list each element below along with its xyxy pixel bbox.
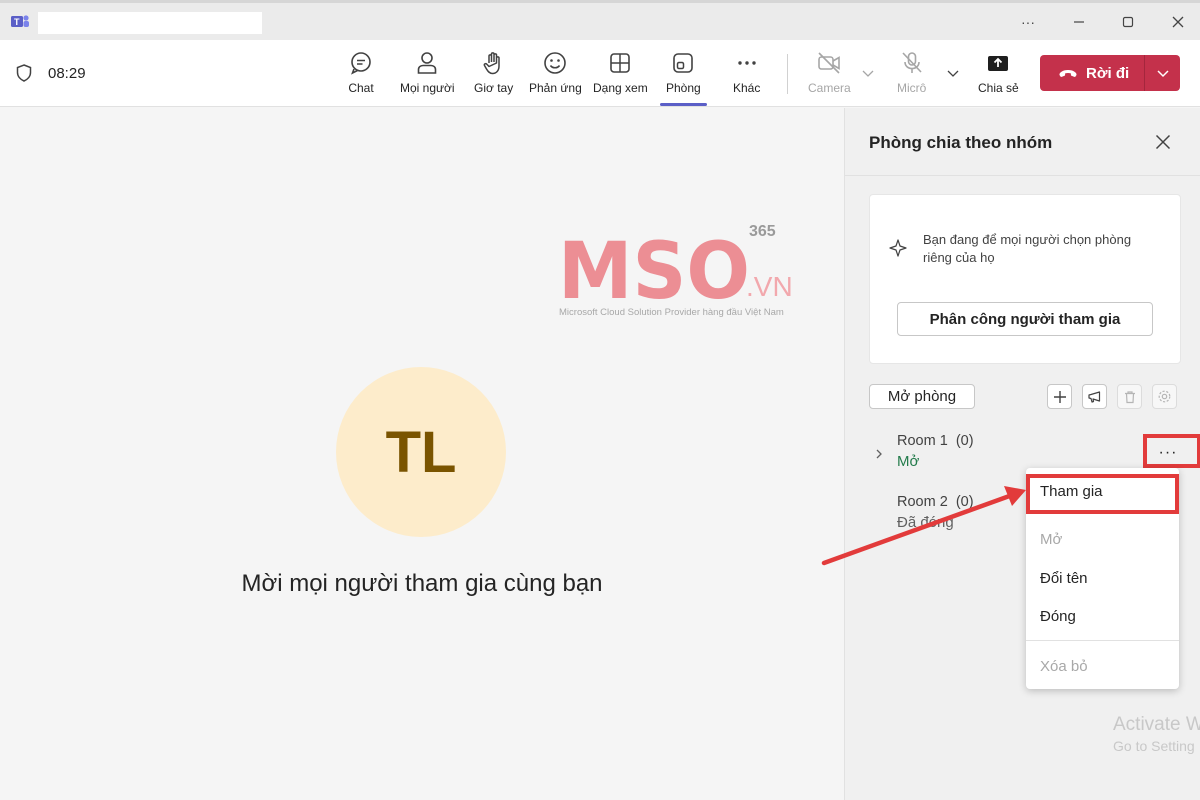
watermark-brand: MSO [558,227,750,317]
raise-hand-button[interactable]: Giơ tay [474,50,513,102]
camera-label: Camera [808,81,851,95]
panel-title: Phòng chia theo nhóm [869,133,1053,152]
svg-text:T: T [14,17,20,27]
mic-off-icon [902,52,922,73]
open-rooms-button[interactable]: Mở phòng [869,384,975,409]
os-activation-watermark: Activate W [1113,714,1200,735]
close-window-button[interactable] [1163,9,1193,35]
share-label: Chia sẻ [978,81,1019,95]
leave-button[interactable]: Rời đi [1040,55,1180,91]
shield-icon [16,64,32,82]
chat-label: Chat [348,81,374,95]
reactions-button[interactable]: Phản ứng [529,50,582,102]
announcement-button[interactable] [1082,384,1107,409]
close-icon [1172,16,1184,28]
megaphone-icon [1088,391,1101,403]
people-button[interactable]: Mọi người [400,50,455,102]
minimize-button[interactable] [1064,9,1094,35]
sparkle-icon [889,239,907,257]
annotation-arrow [821,486,1026,566]
mic-button[interactable]: Micrô [897,50,926,102]
room-name: Room 1 (0) [897,433,974,449]
share-button[interactable]: Chia sẻ [978,50,1019,102]
plus-icon [1053,390,1066,403]
window-more-button[interactable]: ··· [1013,9,1043,35]
people-icon [417,52,437,74]
leave-label: Rời đi [1086,64,1130,82]
share-icon [988,56,1009,71]
chevron-down-icon [1156,70,1169,78]
maximize-icon [1122,16,1134,28]
view-button[interactable]: Dạng xem [593,50,648,102]
camera-options-chevron-icon[interactable] [861,66,875,80]
menu-item-close[interactable]: Đóng [1040,608,1076,625]
panel-header: Phòng chia theo nhóm [845,108,1200,176]
trash-icon [1124,390,1135,403]
view-icon [610,53,631,73]
window-title-field [38,12,262,34]
assign-participants-button[interactable]: Phân công người tham gia [897,302,1153,336]
highlight-box [1143,434,1200,468]
breakout-rooms-button[interactable]: Phòng [660,50,707,106]
menu-divider [1026,640,1179,641]
mic-label: Micrô [897,81,927,95]
maximize-button[interactable] [1113,9,1143,35]
toolbar-divider [787,54,788,94]
people-label: Mọi người [400,81,455,95]
chevron-right-icon[interactable] [873,448,885,460]
teams-logo-icon: T [11,15,29,27]
more-label: Khác [733,81,761,95]
view-label: Dạng xem [593,81,648,95]
mic-options-chevron-icon[interactable] [946,66,960,80]
card-message: Bạn đang để mọi người chọn phòng riêng c… [923,232,1132,265]
avatar-initials: TL [385,419,457,485]
room-item-1[interactable]: Room 1 (0) Mở [897,433,974,470]
minimize-icon [1074,21,1084,23]
gear-icon [1158,390,1171,403]
hang-up-icon [1059,70,1077,77]
camera-off-icon [818,52,841,74]
more-actions-button[interactable]: Khác [733,50,760,102]
menu-item-delete[interactable]: Xóa bỏ [1040,658,1088,675]
invite-message: Mời mọi người tham gia cùng bạn [241,570,603,597]
raise-hand-icon [483,52,500,75]
leave-main[interactable]: Rời đi [1040,55,1144,91]
more-icon [737,61,756,65]
raise-hand-label: Giơ tay [474,81,514,95]
add-room-button[interactable] [1047,384,1072,409]
chat-icon [351,52,371,75]
reactions-label: Phản ứng [529,81,582,95]
room-settings-button[interactable] [1152,384,1177,409]
room-settings-card: Bạn đang để mọi người chọn phòng riêng c… [869,194,1181,364]
avatar: TL [336,367,506,537]
rooms-label: Phòng [666,81,701,95]
room-status-open: Mở [897,453,920,470]
camera-button[interactable]: Camera [808,50,851,102]
meeting-timer: 08:29 [48,65,86,82]
breakout-rooms-panel: Phòng chia theo nhóm Bạn đang để mọi ngư… [844,108,1200,800]
os-activation-hint: Go to Setting [1113,738,1195,754]
rooms-icon [673,53,694,73]
close-panel-icon[interactable] [1153,132,1173,152]
chat-button[interactable]: Chat [348,50,374,102]
leave-options-button[interactable] [1145,55,1180,91]
watermark-badge: 365 [749,223,776,240]
title-bar: T ··· [0,0,1200,40]
meeting-toolbar: 08:29 Chat Mọi người Giơ tay Phản ứng Dạ… [0,40,1200,107]
menu-item-rename[interactable]: Đổi tên [1040,570,1088,587]
watermark-suffix: .VN [746,271,793,302]
delete-room-button[interactable] [1117,384,1142,409]
watermark-tagline: Microsoft Cloud Solution Provider hàng đ… [559,307,784,318]
reaction-icon [544,52,567,74]
